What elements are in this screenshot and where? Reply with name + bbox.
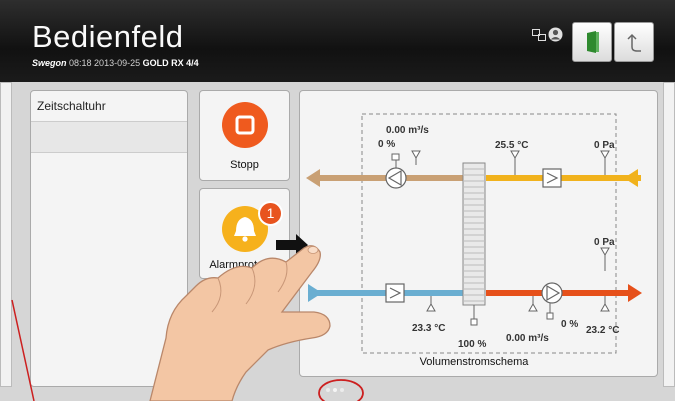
- annotation-circle: [318, 379, 364, 401]
- control-panel-screen: Bedienfeld Swegon 08:18 2013-09-25 GOLD …: [0, 0, 675, 401]
- annotation-overlay: [11, 234, 364, 401]
- hand-illustration: [149, 245, 331, 401]
- annotation-line: [11, 299, 35, 401]
